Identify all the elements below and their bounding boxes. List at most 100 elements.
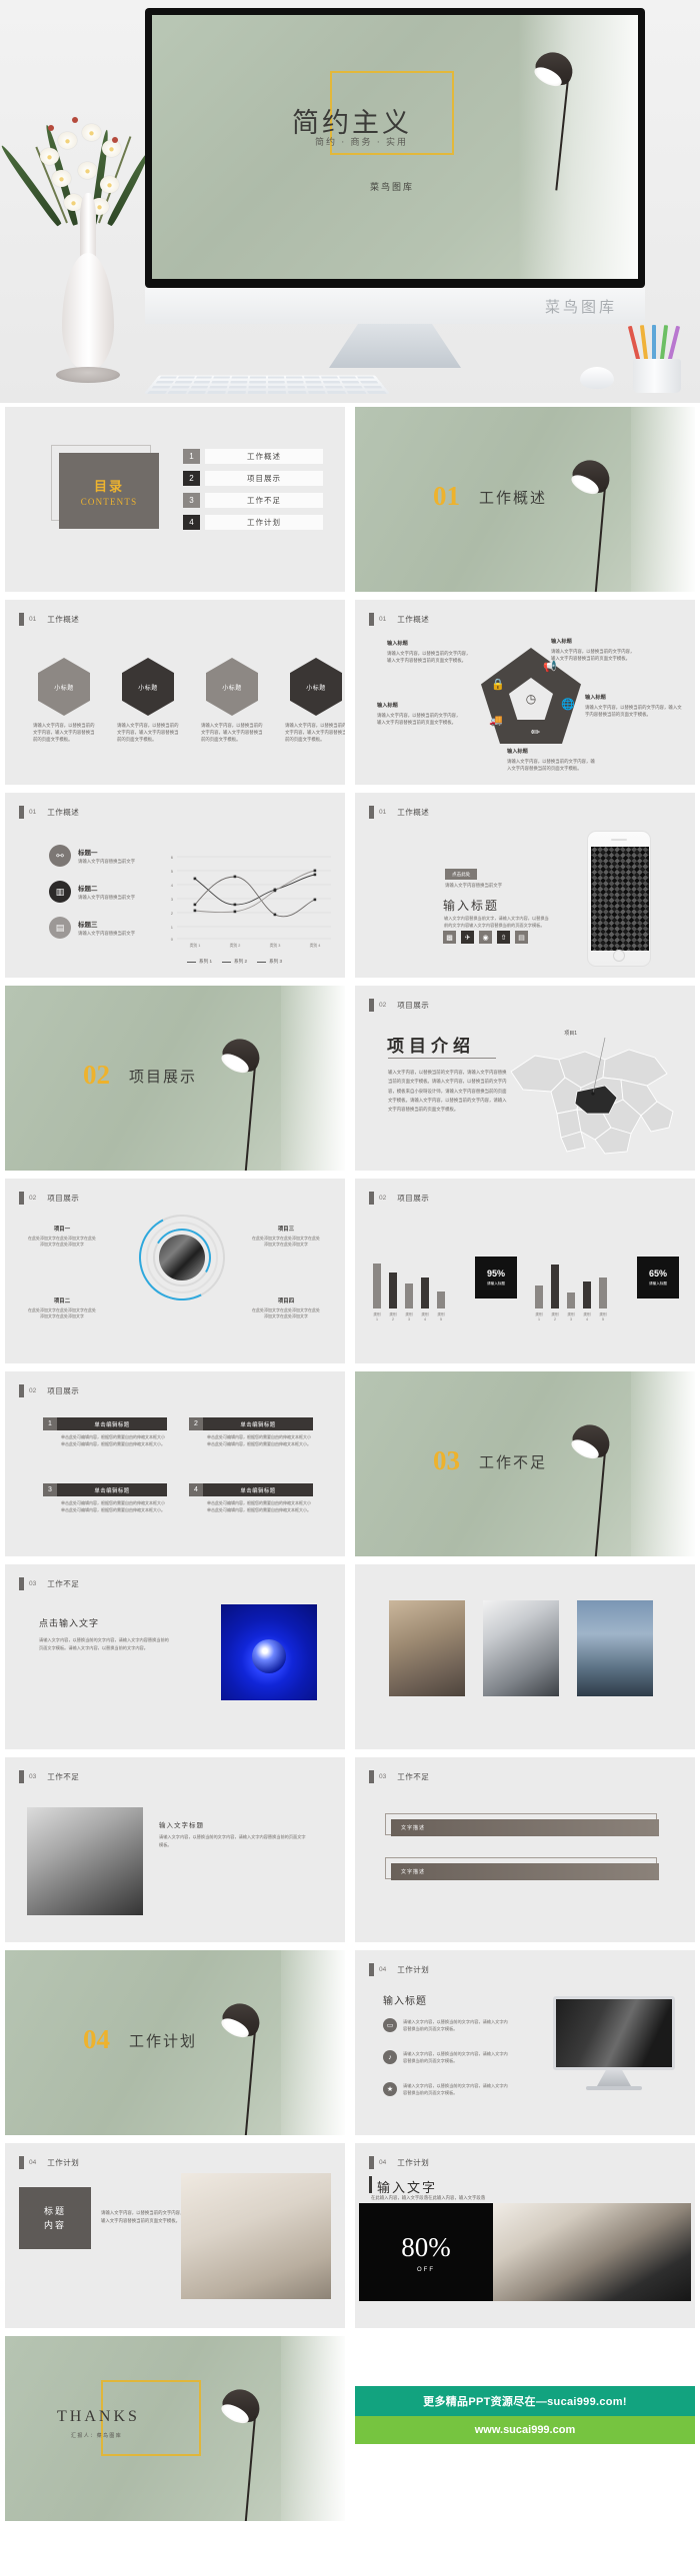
header-bar-icon xyxy=(369,2156,374,2169)
slide-text-blue-image[interactable]: 03 工作不足 点击输入文字 请输入文字内容，以替换当前的文字内容，请输入文字内… xyxy=(5,1564,345,1749)
toc-label: 工作计划 xyxy=(205,515,323,530)
bullet-item[interactable]: ♪ 请输入文字内容，以替换当前的文字内容，请输入文字内容替换当前的页面文字模板。 xyxy=(383,2050,511,2064)
toc-item[interactable]: 2 项目展示 xyxy=(183,471,323,486)
slide-china-map[interactable]: 02 项目展示 项目介绍 输入文字内容，以替换当前的文字内容，请输入文字内容替换… xyxy=(355,986,695,1171)
bullet-item[interactable]: ▭ 请输入文字内容，以替换当前的文字内容，请输入文字内容替换当前的页面文字模板。 xyxy=(383,2018,511,2032)
hexagon-item[interactable]: 小标题 请输入文字内容，以替换当前的文字内容，输入文字内容替换当前的页面文字模板… xyxy=(201,658,263,743)
circle-note: 项目一 在此处添加文字在此处添加文字在此处添加文字在此处添加文字 xyxy=(27,1225,97,1249)
percent-label: OFF xyxy=(417,2266,435,2273)
header-text: 工作概述 xyxy=(397,808,430,817)
header-number: 04 xyxy=(379,1966,387,1973)
percent-callout-left: 95% 请输入标题 xyxy=(475,1257,517,1298)
item-desc: 单击此处可编辑内容，根据您的需要自由的伸缩文本框大小单击此处可编辑内容，根据您的… xyxy=(207,1500,311,1512)
legend-item[interactable]: ▤ 标题三 请输入文字内容替换当前文字 xyxy=(49,917,135,939)
star-icon: ★ xyxy=(383,2082,397,2096)
toc-item[interactable]: 1 工作概述 xyxy=(183,449,323,464)
photo-thumbnail[interactable] xyxy=(389,1600,465,1696)
note-title: 项目一 xyxy=(53,1227,71,1233)
promo-banner[interactable]: 更多精品PPT资源尽在—sucai999.com! www.sucai999.c… xyxy=(355,2336,695,2521)
slide-pentagon-infographic[interactable]: 01 工作概述 ◷ 📢 🔒 🌐 ✏ 🚚 输入标题 请输入文字内容，以替换当前的文… xyxy=(355,600,695,785)
svg-text:类别 3: 类别 3 xyxy=(270,943,281,948)
brown-bar-row[interactable]: 文字描述 xyxy=(391,1819,659,1836)
phone-body: 输入文字内容替换当前文字，请输入文字内容，以替换当前的文字内容输入文字内容替换当… xyxy=(444,916,549,929)
slide-phone-mockup[interactable]: 01 工作概述 点击此处 请输入文字内容替换当前文字 输入标题 输入文字内容替换… xyxy=(355,793,695,978)
slide-line-chart[interactable]: 01 工作概述 ⚯ 标题一 请输入文字内容替换当前文字 ▥ 标题二 请输入文字内… xyxy=(5,793,345,978)
promo-line-1[interactable]: 更多精品PPT资源尽在—sucai999.com! xyxy=(355,2386,695,2416)
watermark-text: 菜鸟图库 xyxy=(544,300,617,316)
camera-icon[interactable]: ◉ xyxy=(479,931,492,944)
slide-table-of-contents[interactable]: 目录 CONTENTS 1 工作概述 2 项目展示 3 工作不足 4 工作计划 xyxy=(5,407,345,592)
item-index: 4 xyxy=(189,1483,203,1496)
legend-desc: 请输入文字内容替换当前文字 xyxy=(78,895,136,900)
slide-brown-bars[interactable]: 03 工作不足 文字描述 文字描述 xyxy=(355,1757,695,1942)
svg-text:5: 5 xyxy=(171,869,174,874)
slide-section-03[interactable]: 03 工作不足 xyxy=(355,1371,695,1556)
slide-section-04[interactable]: 04 工作计划 xyxy=(5,1950,345,2135)
slide-section-01[interactable]: 01 工作概述 xyxy=(355,407,695,592)
hexagon-item[interactable]: 小标题 请输入文字内容，以替换当前的文字内容，输入文字内容替换当前的页面文字模板… xyxy=(285,658,345,743)
item-desc: 单击此处可编辑内容，根据您的需要自由的伸缩文本框大小单击此处可编辑内容，根据您的… xyxy=(61,1500,165,1512)
pencil-icon: ✏ xyxy=(531,727,541,739)
bullet-item[interactable]: ★ 请输入文字内容，以替换当前的文字内容，请输入文字内容替换当前的页面文字模板。 xyxy=(383,2082,511,2096)
section-title: 工作概述 xyxy=(479,490,548,507)
slide-header: 04 工作计划 xyxy=(369,1963,429,1976)
slide-three-photos[interactable] xyxy=(355,1564,695,1749)
toc-item[interactable]: 4 工作计划 xyxy=(183,515,323,530)
promo-text-1: 更多精品PPT资源尽在—sucai999.com! xyxy=(423,2396,627,2408)
pentagon-note: 输入标题 请输入文字内容，以替换当前的文字内容，输入文字内容替换当前的页面文字模… xyxy=(585,694,683,718)
toc-label: 工作概述 xyxy=(205,449,323,464)
percent-panel: 80% OFF xyxy=(359,2203,493,2301)
section-number: 02 xyxy=(83,1060,110,1090)
photo-thumbnail[interactable] xyxy=(577,1600,653,1696)
promo-line-2[interactable]: www.sucai999.com xyxy=(355,2416,695,2444)
slide-imac-mockup[interactable]: 04 工作计划 输入标题 ▭ 请输入文字内容，以替换当前的文字内容，请输入文字内… xyxy=(355,1950,695,2135)
toc-item[interactable]: 3 工作不足 xyxy=(183,493,323,508)
hexagon-shape: 小标题 xyxy=(38,658,90,716)
header-bar-icon xyxy=(19,1192,24,1205)
hexagon-item[interactable]: 小标题 请输入文字内容，以替换当前的文字内容，输入文字内容替换当前的页面文字模板… xyxy=(117,658,179,743)
legend-title: 标题二 xyxy=(78,886,98,893)
slide-gray-photo[interactable]: 03 工作不足 输入文字标题 请输入文字内容，以替换当前的文字内容，请输入文字内… xyxy=(5,1757,345,1942)
monitor-chin: 菜鸟图库 xyxy=(145,288,645,324)
people-icon: ⚯ xyxy=(49,845,71,867)
legend-item[interactable]: ⚯ 标题一 请输入文字内容替换当前文字 xyxy=(49,845,135,867)
note-title: 输入标题 xyxy=(551,639,572,645)
slide-numbered-list[interactable]: 02 项目展示 1 单击编辑标题 单击此处可编辑内容，根据您的需要自由的伸缩文本… xyxy=(5,1371,345,1556)
series-legend-item: 系列 1 xyxy=(187,959,212,965)
upload-icon[interactable]: ⇧ xyxy=(497,931,510,944)
slide-plan-box[interactable]: 04 工作计划 标题 内容 请输入文字内容，以替换当前的文字内容，请输入文字内容… xyxy=(5,2143,345,2328)
concentric-rings xyxy=(127,1203,237,1312)
note-desc: 在此处添加文字在此处添加文字在此处添加文字在此处添加文字 xyxy=(28,1307,96,1319)
header-bar-icon xyxy=(369,1770,374,1783)
hexagon-item[interactable]: 小标题 请输入文字内容，以替换当前的文字内容，输入文字内容替换当前的页面文字模板… xyxy=(33,658,95,743)
legend-item[interactable]: ▥ 标题二 请输入文字内容替换当前文字 xyxy=(49,881,135,903)
numbered-item[interactable]: 4 单击编辑标题 单击此处可编辑内容，根据您的需要自由的伸缩文本框大小单击此处可… xyxy=(189,1483,313,1514)
slide-section-02[interactable]: 02 项目展示 xyxy=(5,986,345,1171)
item-desc: 单击此处可编辑内容，根据您的需要自由的伸缩文本框大小单击此处可编辑内容，根据您的… xyxy=(207,1434,311,1446)
slide-eighty-percent[interactable]: 04 工作计划 输入文字 在此输入内容，输入文字段落在此输入内容，输入文字段落 … xyxy=(355,2143,695,2328)
slide-title: 输入文字标题 xyxy=(159,1822,204,1829)
header-number: 03 xyxy=(29,1580,37,1587)
slide-header: 01 工作概述 xyxy=(19,613,79,626)
chart-icon[interactable]: ▤ xyxy=(515,931,528,944)
numbered-item[interactable]: 3 单击编辑标题 单击此处可编辑内容，根据您的需要自由的伸缩文本框大小单击此处可… xyxy=(43,1483,167,1514)
brown-bar-row[interactable]: 文字描述 xyxy=(391,1863,659,1880)
imac-device xyxy=(553,1996,675,2090)
photo-thumbnail[interactable] xyxy=(483,1600,559,1696)
numbered-item[interactable]: 2 单击编辑标题 单击此处可编辑内容，根据您的需要自由的伸缩文本框大小单击此处可… xyxy=(189,1417,313,1448)
slide-bar-charts[interactable]: 02 项目展示 类别1 类别2 类别3 类别4 类别5 95% 请输入标题 类别… xyxy=(355,1179,695,1363)
laptop-icon: ▭ xyxy=(383,2018,397,2032)
hexagon-group: 小标题 请输入文字内容，以替换当前的文字内容，输入文字内容替换当前的页面文字模板… xyxy=(33,658,345,743)
header-text: 项目展示 xyxy=(47,1386,80,1395)
thanks-title: THANKS xyxy=(57,2408,140,2425)
numbered-item[interactable]: 1 单击编辑标题 单击此处可编辑内容，根据您的需要自由的伸缩文本框大小单击此处可… xyxy=(43,1417,167,1448)
slide-thanks[interactable]: THANKS 汇报人：菜鸟图库 xyxy=(5,2336,345,2521)
pentagon-note: 输入标题 请输入文字内容，以替换当前的文字内容，输入文字内容替换当前的页面文字模… xyxy=(507,748,599,772)
slide-hexagon-infographic[interactable]: 01 工作概述 小标题 请输入文字内容，以替换当前的文字内容，输入文字内容替换当… xyxy=(5,600,345,785)
globe-icon: 🌐 xyxy=(561,699,575,711)
header-text: 工作计划 xyxy=(397,1965,430,1974)
slide-circle-diagram[interactable]: 02 项目展示 项目一 在此处添加文字在此处添加文字在此处添加文字在此处添加文字… xyxy=(5,1179,345,1363)
cover-brand: 菜鸟图库 xyxy=(370,182,415,192)
rocket-icon[interactable]: ✈ xyxy=(461,931,474,944)
image-icon[interactable]: ▩ xyxy=(443,931,456,944)
